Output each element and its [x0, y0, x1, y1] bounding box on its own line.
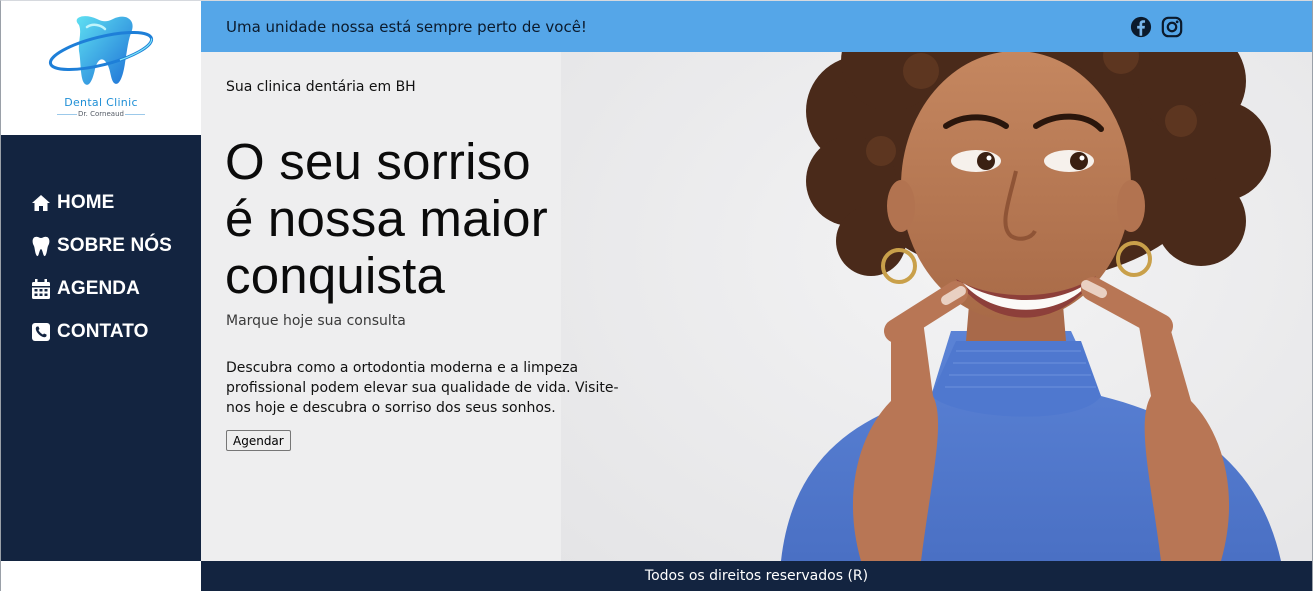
tooth-logo-icon	[48, 16, 154, 85]
headline-line: é nossa maior	[225, 190, 548, 247]
footer: Todos os direitos reservados (R)	[201, 561, 1312, 591]
hero-section: Uma unidade nossa está sempre perto de v…	[201, 1, 1312, 561]
topbar-message: Uma unidade nossa está sempre perto de v…	[226, 18, 587, 36]
hero-subhead: Marque hoje sua consulta	[226, 313, 406, 329]
hero-description: Descubra como a ortodontia moderna e a l…	[226, 360, 619, 416]
tooth-icon	[32, 236, 50, 256]
nav-label-contato: CONTATO	[57, 320, 149, 342]
nav-label-agenda: AGENDA	[57, 277, 140, 299]
topbar-overlay	[671, 1, 1312, 52]
calendar-icon	[32, 278, 50, 299]
nav-item-home[interactable]: HOME	[31, 181, 172, 224]
nav-item-agenda[interactable]: AGENDA	[31, 267, 172, 310]
facebook-icon[interactable]	[1130, 16, 1152, 38]
social-links	[1130, 16, 1183, 38]
brand-subtitle: Dr. Corneaud	[78, 110, 124, 118]
headline-line: O seu sorriso	[225, 133, 531, 190]
logo[interactable]: Dental Clinic Dr. Corneaud	[1, 1, 201, 135]
headline-line: conquista	[225, 247, 446, 304]
nav-item-contato[interactable]: CONTATO	[31, 310, 172, 353]
nav-label-home: HOME	[57, 191, 115, 213]
hero-headline: O seu sorriso é nossa maior conquista	[225, 133, 645, 304]
nav-item-sobre-nos[interactable]: SOBRE NÓS	[31, 224, 172, 267]
phone-icon	[32, 322, 50, 341]
agendar-button[interactable]: Agendar	[226, 430, 291, 451]
nav-label-sobre-nos: SOBRE NÓS	[57, 234, 172, 256]
sidebar: Dental Clinic Dr. Corneaud HOME SOBRE NÓ…	[1, 1, 201, 561]
instagram-icon[interactable]	[1161, 16, 1183, 38]
hero-tagline: Sua clinica dentária em BH	[226, 79, 416, 95]
brand-name: Dental Clinic	[64, 96, 138, 109]
main-nav: HOME SOBRE NÓS AGENDA CONTATO	[31, 181, 172, 353]
logo-divider-right	[125, 114, 145, 115]
topbar: Uma unidade nossa está sempre perto de v…	[201, 1, 1312, 52]
hero-photo	[561, 1, 1312, 561]
home-icon	[32, 194, 50, 211]
